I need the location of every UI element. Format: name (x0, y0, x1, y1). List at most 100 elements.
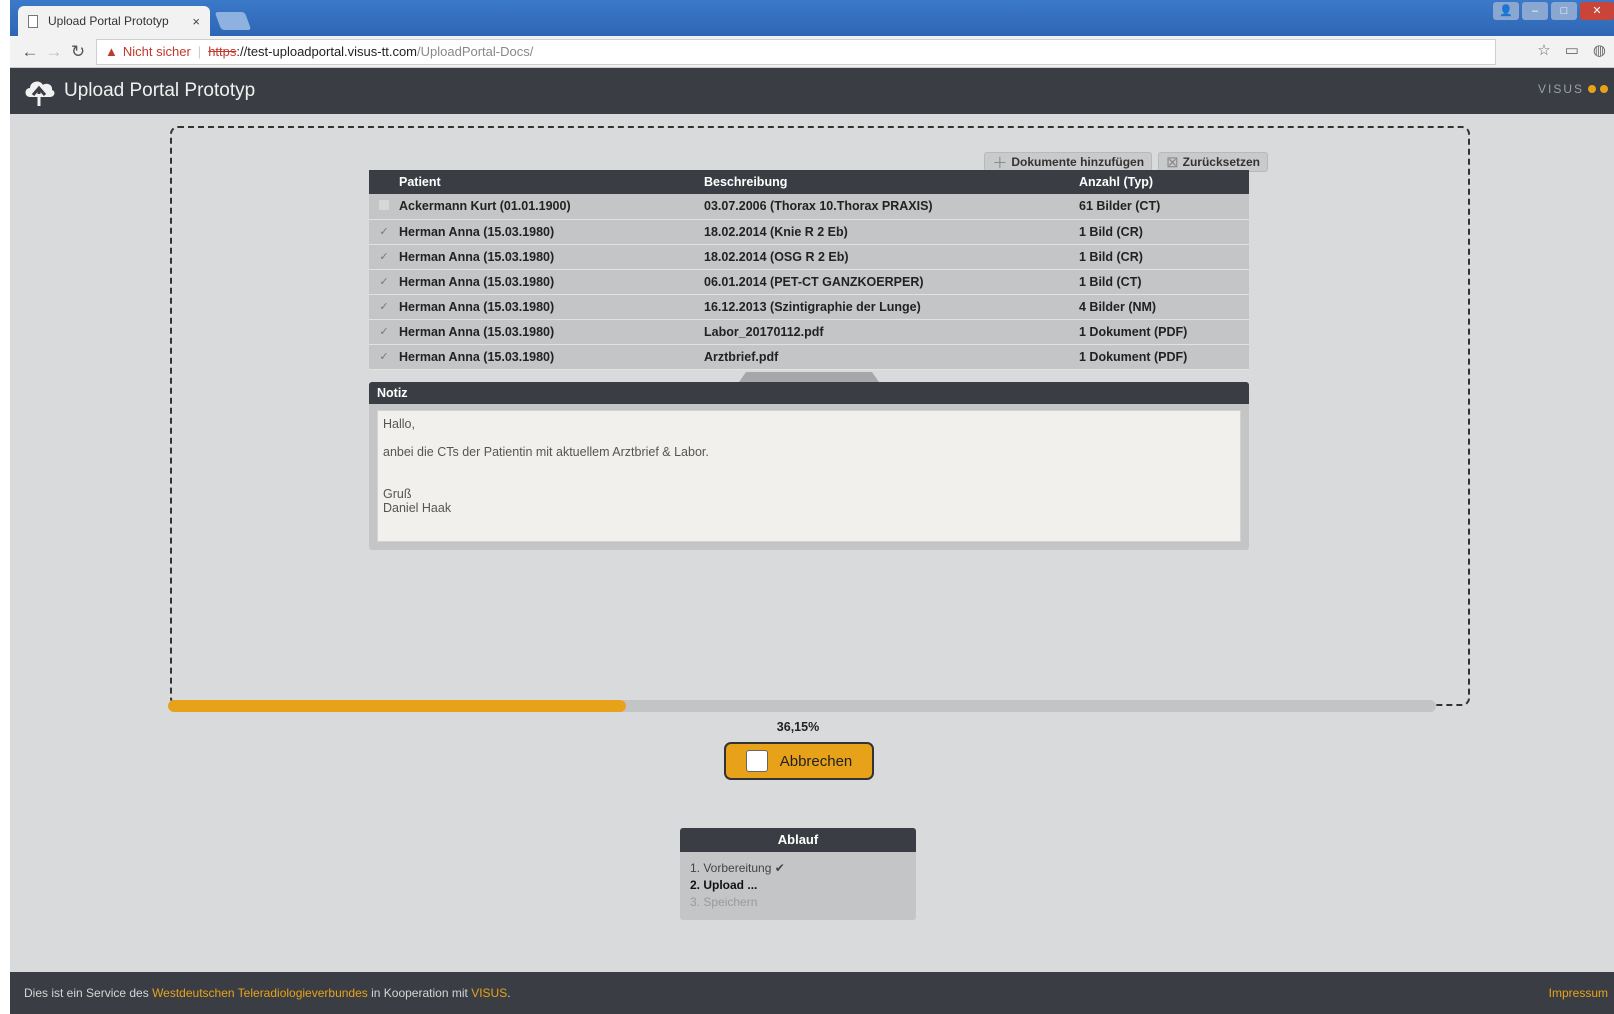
table-row[interactable]: ✓ Herman Anna (15.03.1980) 06.01.2014 (P… (369, 269, 1249, 295)
row-checkbox[interactable]: ✓ (369, 344, 399, 370)
row-checkbox[interactable] (369, 194, 399, 220)
security-label[interactable]: Nicht sicher (123, 44, 191, 59)
footer: Dies ist ein Service des Westdeutschen T… (10, 972, 1614, 1014)
minimize-button[interactable]: – (1522, 2, 1548, 20)
new-tab-button[interactable] (214, 12, 252, 30)
add-documents-button[interactable]: ＋ Dokumente hinzufügen (984, 152, 1153, 172)
table-row[interactable]: ✓ Herman Anna (15.03.1980) 18.02.2014 (O… (369, 244, 1249, 270)
url-input[interactable]: ▲ Nicht sicher | https://test-uploadport… (96, 38, 1496, 65)
note-line: anbei die CTs der Patientin mit aktuelle… (383, 445, 709, 459)
process-steps-panel: Ablauf 1. Vorbereitung ✔ 2. Upload ... 3… (680, 828, 916, 920)
url-divider: | (197, 44, 202, 59)
main-content: ＋ Dokumente hinzufügen ⊠ Zurücksetzen Pa… (10, 114, 1614, 972)
row-count: 1 Bild (CR) (1079, 244, 1249, 270)
footer-link-imprint[interactable]: Impressum (1549, 986, 1608, 1000)
step-item: 1. Vorbereitung ✔ (690, 860, 906, 877)
note-line: Gruß (383, 487, 412, 501)
checkmark-icon: ✓ (379, 326, 389, 338)
forward-icon[interactable]: → (42, 42, 66, 62)
url-scheme: https (208, 44, 237, 59)
row-checkbox[interactable]: ✓ (369, 319, 399, 345)
row-description: Labor_20170112.pdf (704, 319, 1079, 345)
upload-progress-bar (168, 700, 1436, 712)
checkmark-icon: ✓ (379, 301, 389, 313)
browser-tab[interactable]: Upload Portal Prototyp × (18, 6, 210, 36)
reset-label: Zurücksetzen (1182, 155, 1260, 169)
brand-dot-icon (1600, 85, 1608, 93)
back-icon[interactable]: ← (18, 42, 42, 62)
row-count: 1 Dokument (PDF) (1079, 319, 1249, 345)
upload-progress-fill (168, 700, 627, 712)
table-row[interactable]: ✓ Herman Anna (15.03.1980) 18.02.2014 (K… (369, 219, 1249, 245)
warning-icon: ▲ (105, 44, 118, 59)
row-patient: Herman Anna (15.03.1980) (399, 344, 704, 370)
footer-link-teleradiology[interactable]: Westdeutschen Teleradiologieverbundes (152, 986, 368, 1000)
row-patient: Herman Anna (15.03.1980) (399, 319, 704, 345)
table-row[interactable]: Ackermann Kurt (01.01.1900) 03.07.2006 (… (369, 194, 1249, 220)
header-count: Anzahl (Typ) (1079, 170, 1249, 194)
address-actions: ☆ ▭ ◍ (1537, 41, 1606, 59)
cast-icon[interactable]: ▭ (1565, 41, 1579, 59)
row-count: 4 Bilder (NM) (1079, 294, 1249, 320)
document-icon (28, 14, 38, 28)
table-row[interactable]: ✓ Herman Anna (15.03.1980) 16.12.2013 (S… (369, 294, 1249, 320)
app-title: Upload Portal Prototyp (64, 80, 256, 101)
loading-icon: ... (747, 878, 758, 892)
note-line: Daniel Haak (383, 501, 452, 515)
file-table: Patient Beschreibung Anzahl (Typ) Ackerm… (369, 170, 1249, 370)
brand-name: VISUS (1537, 82, 1584, 96)
bookmark-star-icon[interactable]: ☆ (1537, 41, 1550, 59)
tab-close-icon[interactable]: × (192, 14, 200, 29)
footer-link-visus[interactable]: VISUS (471, 986, 507, 1000)
note-textarea[interactable]: Hallo, anbei die CTs der Patientin mit a… (377, 410, 1241, 542)
window-close-button[interactable]: ✕ (1580, 2, 1614, 20)
table-row[interactable]: ✓ Herman Anna (15.03.1980) Labor_2017011… (369, 319, 1249, 345)
row-patient: Herman Anna (15.03.1980) (399, 294, 704, 320)
step-item: 2. Upload ... (690, 877, 906, 894)
step-label: 2. Upload (690, 878, 745, 892)
row-description: 03.07.2006 (Thorax 10.Thorax PRAXIS) (704, 194, 1079, 220)
header-description: Beschreibung (704, 170, 1079, 194)
brand-logo: VISUS (1538, 82, 1608, 96)
checkmark-icon: ✓ (379, 226, 389, 238)
row-description: 16.12.2013 (Szintigraphie der Lunge) (704, 294, 1079, 320)
browser-tabbar: Upload Portal Prototyp × 👤 – □ ✕ (10, 0, 1614, 36)
row-checkbox[interactable]: ✓ (369, 244, 399, 270)
row-description: Arztbrief.pdf (704, 344, 1079, 370)
row-patient: Ackermann Kurt (01.01.1900) (399, 194, 704, 220)
app-header: Upload Portal Prototyp VISUS (10, 68, 1614, 114)
step-item: 3. Speichern (690, 894, 906, 911)
cloud-upload-icon (22, 75, 56, 107)
unchecked-box-icon (379, 199, 389, 210)
table-header-row: Patient Beschreibung Anzahl (Typ) (369, 170, 1249, 194)
row-description: 18.02.2014 (Knie R 2 Eb) (704, 219, 1079, 245)
row-patient: Herman Anna (15.03.1980) (399, 219, 704, 245)
user-icon[interactable]: 👤 (1493, 2, 1519, 20)
reset-button[interactable]: ⊠ Zurücksetzen (1158, 152, 1268, 172)
extension-icon[interactable]: ◍ (1593, 41, 1606, 59)
reload-icon[interactable]: ↻ (66, 42, 90, 62)
panel-drag-handle[interactable] (739, 372, 879, 382)
checkmark-icon: ✓ (379, 251, 389, 263)
row-checkbox[interactable]: ✓ (369, 219, 399, 245)
maximize-button[interactable]: □ (1551, 2, 1577, 20)
row-count: 1 Dokument (PDF) (1079, 344, 1249, 370)
upload-dropzone[interactable]: ＋ Dokumente hinzufügen ⊠ Zurücksetzen Pa… (170, 126, 1470, 706)
brand-dot-icon (1588, 85, 1596, 93)
footer-text: in Kooperation mit (371, 986, 468, 1000)
checkmark-icon: ✔ (774, 861, 785, 875)
table-row[interactable]: ✓ Herman Anna (15.03.1980) Arztbrief.pdf… (369, 344, 1249, 370)
cancel-button[interactable]: Abbrechen (724, 742, 874, 780)
file-toolbar: ＋ Dokumente hinzufügen ⊠ Zurücksetzen (984, 152, 1268, 172)
header-patient: Patient (399, 170, 704, 194)
footer-text: Dies ist ein Service des (24, 986, 149, 1000)
row-count: 1 Bild (CT) (1079, 269, 1249, 295)
url-host: test-uploadportal.visus-tt.com (247, 44, 418, 59)
progress-percent: 36,15% (776, 720, 820, 734)
row-checkbox[interactable]: ✓ (369, 294, 399, 320)
add-documents-label: Dokumente hinzufügen (1011, 155, 1145, 169)
row-count: 61 Bilder (CT) (1079, 194, 1249, 220)
address-bar: ← → ↻ ▲ Nicht sicher | https://test-uplo… (10, 36, 1614, 68)
row-patient: Herman Anna (15.03.1980) (399, 269, 704, 295)
row-checkbox[interactable]: ✓ (369, 269, 399, 295)
